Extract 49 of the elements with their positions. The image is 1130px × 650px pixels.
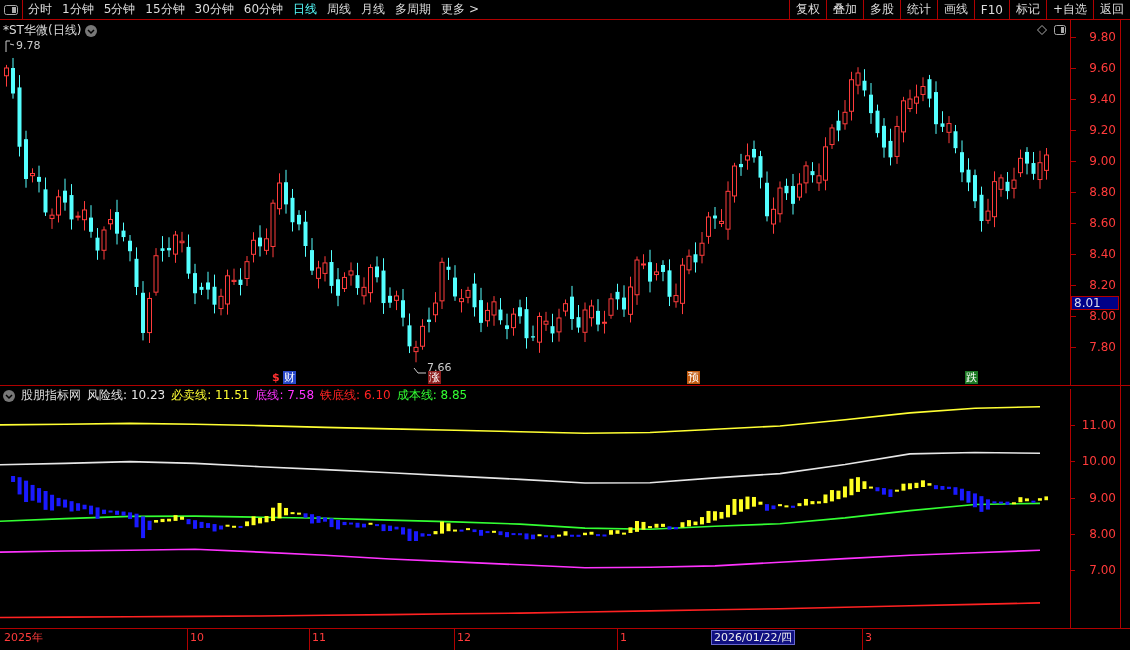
price-tick: 9.40	[1089, 92, 1116, 106]
legend-value: 必卖线: 11.51	[171, 387, 250, 404]
stock-title: *ST华微(日线)	[3, 22, 82, 39]
indicator-tick: 7.00	[1089, 563, 1116, 578]
event-badge[interactable]: 涨	[428, 371, 441, 384]
date-label: 1	[620, 631, 627, 644]
period-tab[interactable]: 60分钟	[238, 1, 289, 18]
period-tab[interactable]: 5分钟	[98, 1, 141, 18]
indicator-tick: 11.00	[1081, 417, 1116, 432]
period-tab[interactable]: 30分钟	[189, 1, 239, 18]
event-badge[interactable]: 财	[283, 371, 296, 384]
indicator-tick: 8.00	[1089, 526, 1116, 541]
date-label: 12	[457, 631, 471, 644]
period-tab[interactable]: 1分钟	[57, 1, 99, 18]
indicator-tick: 10.00	[1081, 454, 1116, 469]
price-tick: 7.80	[1089, 340, 1116, 354]
price-tick: 8.40	[1089, 247, 1116, 261]
period-tab[interactable]: 日线	[288, 1, 323, 18]
legend-value: 风险线: 10.23	[87, 387, 166, 404]
event-badge[interactable]: 预	[687, 371, 700, 384]
legend-value: 底线: 7.58	[255, 387, 315, 404]
date-label: 2025年	[4, 631, 43, 644]
legend-value: 成本线: 8.85	[396, 387, 468, 404]
price-tick: 8.80	[1089, 185, 1116, 199]
price-tick: 8.00	[1089, 309, 1116, 323]
legend-value: 铁底线: 6.10	[320, 387, 391, 404]
price-tick: 8.20	[1089, 278, 1116, 292]
period-tab[interactable]: 周线	[322, 1, 357, 18]
cursor-date: 2026/01/22/四	[711, 630, 796, 645]
indicator-tick: 9.00	[1089, 490, 1116, 505]
price-tick: 8.60	[1089, 216, 1116, 230]
period-tab[interactable]: 月线	[356, 1, 391, 18]
period-tab[interactable]: 多周期	[390, 1, 437, 18]
price-tick: 9.60	[1089, 61, 1116, 75]
period-tab[interactable]: 15分钟	[140, 1, 190, 18]
date-label: 10	[190, 631, 204, 644]
event-marker: $	[272, 371, 280, 384]
price-tick: 9.00	[1089, 154, 1116, 168]
date-label: 3	[865, 631, 872, 644]
period-tab[interactable]: 更多 >	[436, 1, 484, 18]
low-price-label: 7.66	[427, 362, 452, 374]
period-tab[interactable]: 分时	[23, 1, 57, 18]
last-price-tag: 8.01	[1071, 296, 1119, 310]
high-price-label: 9.78	[16, 40, 41, 52]
price-tick: 9.20	[1089, 123, 1116, 137]
date-label: 11	[312, 631, 326, 644]
indicator-name: 股朋指标网	[21, 387, 81, 404]
event-badge[interactable]: 跌	[965, 371, 978, 384]
price-tick: 9.80	[1089, 30, 1116, 44]
